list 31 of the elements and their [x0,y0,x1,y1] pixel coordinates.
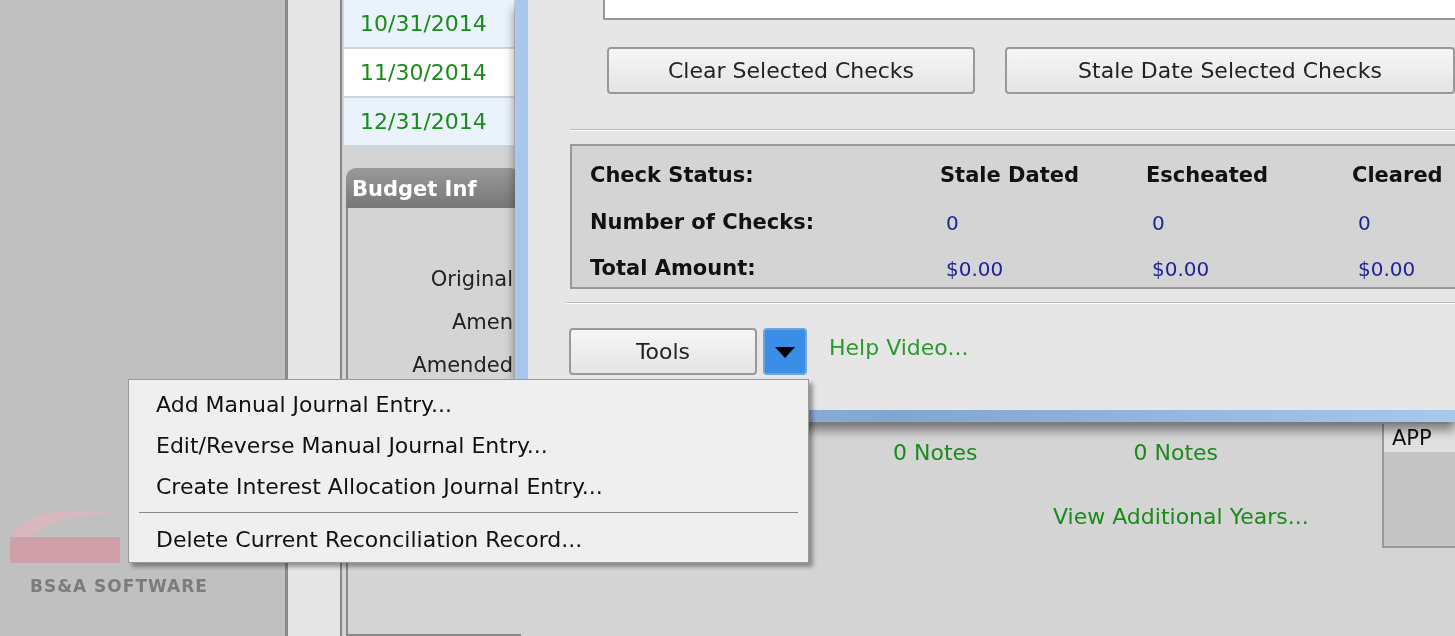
value-cell-text: 0 [945,210,960,237]
value-cell-text: 0 [1151,210,1166,237]
value-cell-text: $0.00 [945,256,1005,283]
column-header: Cleared [1352,162,1444,190]
value-cell-text: $0.00 [1357,256,1417,283]
panel-header: APP [1384,424,1455,452]
column-header: Stale Dated [940,162,1080,190]
tools-button[interactable]: Tools [569,328,757,375]
logo-text: BS&A SOFTWARE [30,575,208,598]
field-label: Amen [450,309,513,336]
action-button[interactable]: Clear Selected Checks [607,47,975,94]
value-cell-text: 0 [1357,210,1372,237]
field-label: Amended [411,352,513,379]
field-label: Original [429,266,513,293]
menu-item[interactable]: Delete Current Reconciliation Record... [131,519,806,560]
row-label: Total Amount: [590,255,757,283]
menu-item[interactable]: Create Interest Allocation Journal Entry... [131,466,806,507]
date-cell: 11/30/2014 [344,49,514,98]
menu-item[interactable]: Edit/Reverse Manual Journal Entry... [131,425,806,466]
action-button[interactable]: Stale Date Selected Checks [1005,47,1455,94]
row-label: Number of Checks: [590,209,816,237]
row-label: Check Status: [590,162,755,190]
dropdown-button[interactable] [763,328,807,375]
notes-count: 0 Notes [893,439,978,467]
date-cell: 12/31/2014 [344,98,514,147]
value-cell-text: $0.00 [1151,256,1211,283]
menu-item[interactable]: Add Manual Journal Entry... [131,384,806,425]
caret-icon [774,344,796,359]
column-header: Escheated [1146,162,1269,190]
notes-count: 0 Notes [1133,439,1219,467]
date-cell: 10/31/2014 [344,0,514,49]
